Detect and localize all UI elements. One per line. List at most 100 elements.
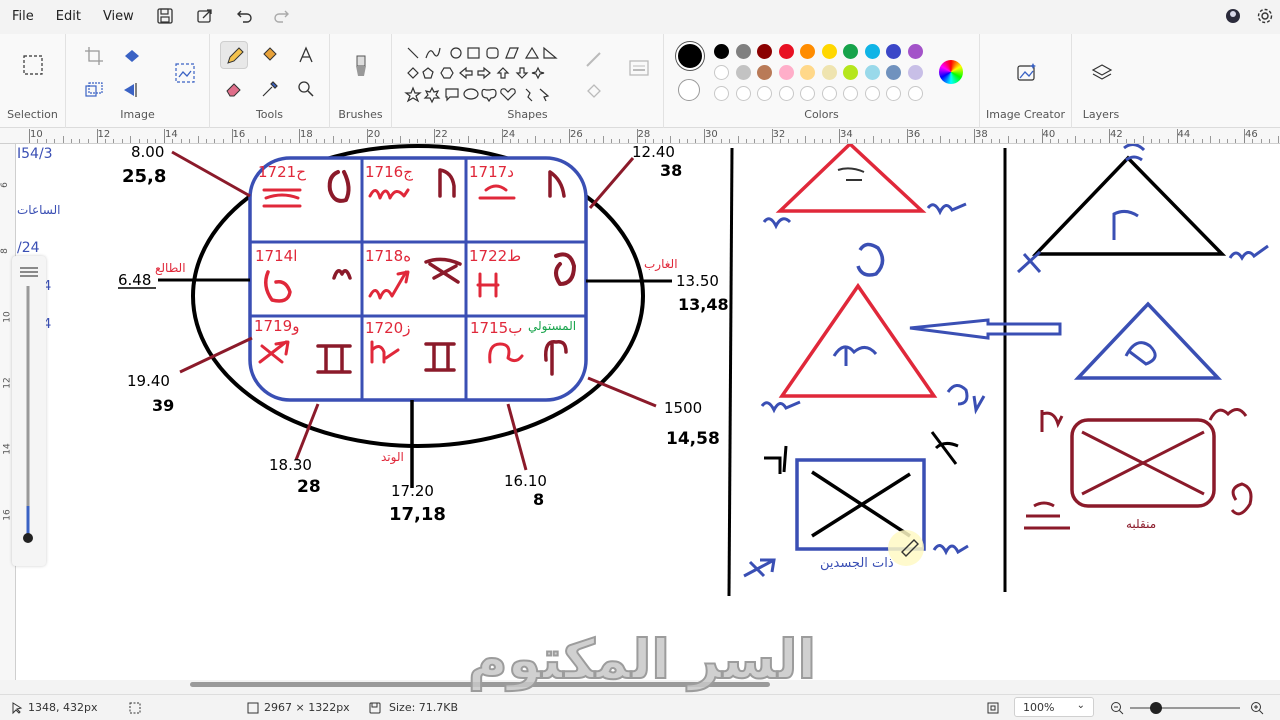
time-19-40: 19.40 bbox=[127, 372, 170, 390]
pencil-icon[interactable] bbox=[220, 41, 248, 69]
secondary-color[interactable] bbox=[678, 79, 700, 101]
color-swatch[interactable] bbox=[843, 44, 858, 59]
ruler-minor-tick bbox=[830, 139, 832, 143]
image-creator-icon[interactable] bbox=[1012, 58, 1040, 86]
rotate-icon[interactable] bbox=[118, 42, 146, 70]
time-18-30: 18.30 bbox=[269, 456, 312, 474]
red-triangle-middle bbox=[778, 282, 938, 398]
custom-color-slot[interactable] bbox=[714, 86, 729, 101]
brush-size-slider[interactable] bbox=[12, 256, 46, 566]
color-picker-icon[interactable] bbox=[256, 75, 284, 103]
primary-color[interactable] bbox=[676, 42, 704, 70]
ruler-minor-tick bbox=[864, 139, 866, 143]
ruler-minor-tick bbox=[695, 139, 697, 143]
ruler-minor-tick bbox=[1167, 139, 1169, 143]
color-swatch[interactable] bbox=[757, 65, 772, 80]
custom-color-slot[interactable] bbox=[864, 86, 880, 101]
account-avatar[interactable] bbox=[1224, 7, 1244, 27]
color-swatch[interactable] bbox=[800, 65, 815, 80]
ruler-minor-tick bbox=[484, 139, 486, 143]
flip-icon[interactable] bbox=[118, 76, 146, 104]
color-swatch[interactable] bbox=[735, 44, 751, 59]
text-icon[interactable] bbox=[292, 41, 320, 69]
menu-edit[interactable]: Edit bbox=[45, 0, 92, 34]
ruler-minor-tick bbox=[1201, 139, 1203, 143]
custom-color-slot[interactable] bbox=[735, 86, 751, 101]
color-swatch[interactable] bbox=[843, 65, 858, 80]
shapes-gallery[interactable] bbox=[404, 44, 584, 104]
image-select-icon[interactable] bbox=[170, 58, 198, 86]
ruler-minor-tick bbox=[180, 139, 182, 143]
color-swatch[interactable] bbox=[757, 44, 772, 59]
shapes-label: Shapes bbox=[507, 108, 548, 121]
color-swatch[interactable] bbox=[778, 65, 794, 80]
color-swatch[interactable] bbox=[800, 44, 815, 59]
redo-icon[interactable] bbox=[271, 7, 291, 27]
drawing-canvas[interactable]: I54/3 الساعات /24 4 4 1721ح 1716ج 1717د … bbox=[16, 144, 1280, 680]
color-swatch[interactable] bbox=[886, 65, 901, 80]
undo-icon[interactable] bbox=[235, 7, 255, 27]
layers-icon[interactable] bbox=[1087, 58, 1115, 86]
menu-file[interactable]: File bbox=[1, 0, 45, 34]
color-swatch[interactable] bbox=[821, 44, 837, 59]
ruler-tick-label: 16 bbox=[232, 129, 246, 140]
ruler-minor-tick bbox=[881, 139, 882, 143]
custom-color-slot[interactable] bbox=[843, 86, 858, 101]
eraser-icon[interactable] bbox=[220, 75, 248, 103]
fit-to-window-icon[interactable] bbox=[986, 701, 1000, 715]
ruler-minor-tick bbox=[754, 139, 756, 143]
crop-icon[interactable] bbox=[80, 42, 108, 70]
settings-gear-icon[interactable] bbox=[1256, 7, 1276, 27]
ruler-minor-tick bbox=[172, 139, 174, 143]
zoom-slider-thumb[interactable] bbox=[1150, 702, 1162, 714]
ruler-tick bbox=[434, 129, 435, 143]
color-swatch[interactable] bbox=[778, 44, 794, 59]
brush-icon[interactable] bbox=[347, 50, 375, 78]
color-swatch[interactable] bbox=[714, 65, 729, 80]
magnifier-icon[interactable] bbox=[292, 75, 320, 103]
share-icon[interactable] bbox=[195, 7, 215, 27]
ruler-minor-tick bbox=[788, 139, 790, 143]
color-swatch[interactable] bbox=[735, 65, 751, 80]
zoom-in-icon[interactable] bbox=[1250, 701, 1264, 715]
ruler-tick bbox=[704, 129, 705, 143]
custom-color-slot[interactable] bbox=[907, 86, 923, 101]
ruler-minor-tick bbox=[155, 139, 157, 143]
ruler-minor-tick bbox=[627, 139, 629, 143]
custom-color-slot[interactable] bbox=[778, 86, 794, 101]
color-swatch[interactable] bbox=[907, 65, 923, 80]
selection-rectangle-icon[interactable] bbox=[18, 50, 46, 78]
shape-outline-icon[interactable] bbox=[580, 46, 608, 74]
ruler-minor-tick bbox=[990, 139, 992, 143]
color-swatch[interactable] bbox=[886, 44, 901, 59]
ruler-minor-tick bbox=[442, 139, 444, 143]
ruler-minor-tick bbox=[1269, 139, 1271, 143]
ruler-minor-tick bbox=[214, 139, 216, 143]
color-swatch[interactable] bbox=[864, 65, 880, 80]
custom-color-slot[interactable] bbox=[757, 86, 772, 101]
ruler-tick-label: 46 bbox=[1245, 129, 1258, 140]
zoom-out-icon[interactable] bbox=[1110, 701, 1124, 715]
shape-fill-icon[interactable] bbox=[580, 78, 608, 106]
margin-text-3: /24 bbox=[17, 240, 40, 256]
color-swatch[interactable] bbox=[907, 44, 923, 59]
color-swatch[interactable] bbox=[714, 44, 729, 59]
save-icon[interactable] bbox=[155, 7, 175, 27]
menu-view[interactable]: View bbox=[92, 0, 145, 34]
zoom-dropdown[interactable]: 100% ⌄ bbox=[1014, 697, 1094, 717]
blue-triangle bbox=[1073, 301, 1223, 380]
color-swatch[interactable] bbox=[821, 65, 837, 80]
ruler-minor-tick bbox=[813, 139, 815, 143]
fill-bucket-icon[interactable] bbox=[256, 41, 284, 69]
canvas-size-icon bbox=[247, 702, 259, 714]
edit-colors-icon[interactable] bbox=[939, 60, 963, 84]
zoom-slider[interactable] bbox=[1130, 702, 1240, 714]
color-swatch[interactable] bbox=[864, 44, 880, 59]
custom-color-slot[interactable] bbox=[886, 86, 901, 101]
shape-size-icon[interactable] bbox=[624, 54, 652, 82]
custom-color-slot[interactable] bbox=[800, 86, 815, 101]
resize-icon[interactable] bbox=[80, 76, 108, 104]
chart-grid bbox=[248, 156, 588, 402]
time-12-40: 12.40 bbox=[632, 144, 675, 161]
custom-color-slot[interactable] bbox=[821, 86, 837, 101]
